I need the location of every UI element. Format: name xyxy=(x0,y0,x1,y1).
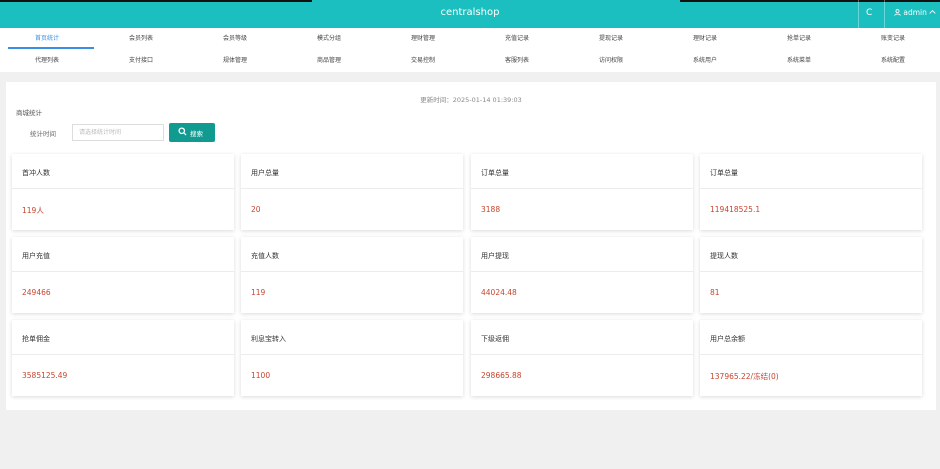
header-divider xyxy=(884,0,885,28)
header-divider xyxy=(858,0,859,28)
refresh-button[interactable]: C xyxy=(866,8,872,18)
stats-panel: 更新时间：2025-01-14 01:39:03 商城统计 统计时间 搜索 首冲… xyxy=(6,82,936,410)
stat-card: 用户总量 20 xyxy=(241,154,463,230)
chevron-up-icon xyxy=(929,9,936,14)
card-divider xyxy=(12,271,234,272)
stat-value: 137965.22/冻结(0) xyxy=(710,372,779,381)
header-edge-left xyxy=(0,0,312,2)
nav-item[interactable]: 系统菜单 xyxy=(752,50,846,72)
nav-item[interactable]: 账变记录 xyxy=(846,28,940,50)
card-divider xyxy=(471,271,693,272)
nav-item[interactable]: 会员等级 xyxy=(188,28,282,50)
update-time-label: 更新时间： xyxy=(420,96,453,104)
nav-item[interactable]: 模式分组 xyxy=(282,28,376,50)
nav-item[interactable]: 交易控制 xyxy=(376,50,470,72)
stat-value: 249466 xyxy=(22,288,51,297)
stat-card: 提现人数 81 xyxy=(700,237,922,313)
nav-item[interactable]: 代理列表 xyxy=(0,50,94,72)
stat-card: 利息宝转入 1100 xyxy=(241,320,463,396)
stat-label: 用户提现 xyxy=(481,252,509,260)
search-button-label: 搜索 xyxy=(190,130,203,138)
brand-title: centralshop xyxy=(440,7,500,18)
stat-value: 44024.48 xyxy=(481,288,517,297)
stat-label: 充值人数 xyxy=(251,252,279,260)
main-nav: 首页统计 会员列表 会员等级 模式分组 理财管理 充值记录 提现记录 理财记录 抢单记录 账变记录… xyxy=(0,28,940,72)
stat-label: 用户充值 xyxy=(22,252,50,260)
stat-value: 1100 xyxy=(251,371,271,380)
active-tab-indicator xyxy=(8,47,94,49)
section-title: 商城统计 xyxy=(16,109,42,117)
search-button[interactable]: 搜索 xyxy=(169,123,215,142)
date-filter-input[interactable] xyxy=(72,124,164,141)
nav-item[interactable]: 规体管理 xyxy=(188,50,282,72)
top-header: centralshop C admin xyxy=(0,0,940,28)
refresh-icon: C xyxy=(866,8,873,18)
nav-item[interactable]: 提现记录 xyxy=(564,28,658,50)
stat-value: 3585125.49 xyxy=(22,371,68,380)
stat-value: 119 xyxy=(251,288,266,297)
card-divider xyxy=(12,188,234,189)
nav-item[interactable]: 系统用户 xyxy=(658,50,752,72)
card-divider xyxy=(700,271,922,272)
header-edge-right xyxy=(680,0,940,2)
card-divider xyxy=(241,354,463,355)
stat-value: 119418525.1 xyxy=(710,205,761,214)
filter-label: 统计时间 xyxy=(30,130,56,138)
nav-item[interactable]: 访问权限 xyxy=(564,50,658,72)
card-divider xyxy=(700,188,922,189)
stat-value: 20 xyxy=(251,205,261,214)
stat-label: 提现人数 xyxy=(710,252,738,260)
stat-label: 用户总余额 xyxy=(710,335,745,343)
stat-card: 充值人数 119 xyxy=(241,237,463,313)
stat-label: 用户总量 xyxy=(251,169,279,177)
nav-item[interactable]: 理财管理 xyxy=(376,28,470,50)
card-divider xyxy=(12,354,234,355)
card-divider xyxy=(241,188,463,189)
user-menu[interactable]: admin xyxy=(894,8,936,17)
stat-value: 119人 xyxy=(22,206,44,215)
card-divider xyxy=(241,271,463,272)
update-time: 更新时间：2025-01-14 01:39:03 xyxy=(6,94,936,104)
nav-item[interactable]: 抢单记录 xyxy=(752,28,846,50)
nav-item[interactable]: 客服列表 xyxy=(470,50,564,72)
user-name: admin xyxy=(903,8,927,17)
stat-value: 298665.88 xyxy=(481,371,522,380)
card-divider xyxy=(471,354,693,355)
nav-item[interactable]: 会员列表 xyxy=(94,28,188,50)
stat-card: 首冲人数 119人 xyxy=(12,154,234,230)
search-icon xyxy=(178,127,187,136)
card-divider xyxy=(700,354,922,355)
stat-card: 下级返佣 298665.88 xyxy=(471,320,693,396)
stat-label: 下级返佣 xyxy=(481,335,509,343)
stat-card: 订单总量 3188 xyxy=(471,154,693,230)
nav-item[interactable]: 商品管理 xyxy=(282,50,376,72)
nav-row: 代理列表 支付接口 规体管理 商品管理 交易控制 客服列表 访问权限 系统用户 系统菜单 系统配置 xyxy=(0,50,940,72)
stat-label: 订单总量 xyxy=(710,169,738,177)
stat-label: 抢单佣金 xyxy=(22,335,50,343)
stat-label: 首冲人数 xyxy=(22,169,50,177)
update-time-value: 2025-01-14 01:39:03 xyxy=(452,96,522,104)
stat-card: 用户充值 249466 xyxy=(12,237,234,313)
stat-value: 81 xyxy=(710,288,720,297)
nav-item[interactable]: 系统配置 xyxy=(846,50,940,72)
nav-item[interactable]: 支付接口 xyxy=(94,50,188,72)
stat-label: 利息宝转入 xyxy=(251,335,286,343)
stat-card: 用户提现 44024.48 xyxy=(471,237,693,313)
stat-card: 订单总量 119418525.1 xyxy=(700,154,922,230)
stat-label: 订单总量 xyxy=(481,169,509,177)
stat-card: 用户总余额 137965.22/冻结(0) xyxy=(700,320,922,396)
stat-value: 3188 xyxy=(481,205,501,214)
nav-item[interactable]: 充值记录 xyxy=(470,28,564,50)
card-divider xyxy=(471,188,693,189)
nav-row: 首页统计 会员列表 会员等级 模式分组 理财管理 充值记录 提现记录 理财记录 抢单记录 账变记录 xyxy=(0,28,940,50)
stat-card: 抢单佣金 3585125.49 xyxy=(12,320,234,396)
nav-item[interactable]: 理财记录 xyxy=(658,28,752,50)
user-icon xyxy=(894,9,901,16)
